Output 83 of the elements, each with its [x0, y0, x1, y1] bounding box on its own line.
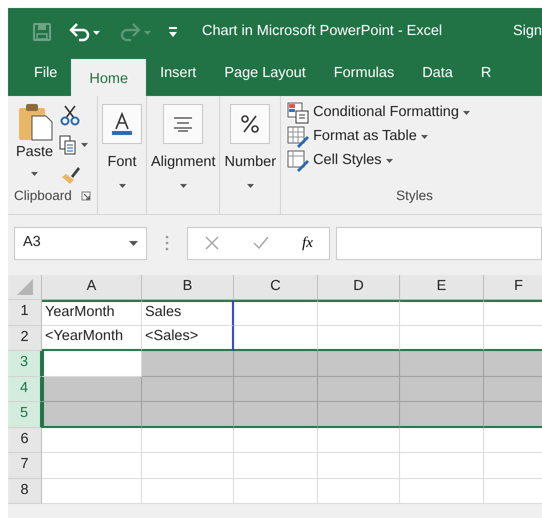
- caret-icon: [118, 184, 126, 188]
- row-header[interactable]: 4: [8, 376, 42, 402]
- align-center-icon: [173, 116, 194, 132]
- ribbon-tab[interactable]: File: [20, 55, 72, 92]
- dialog-launcher-icon[interactable]: [81, 191, 91, 202]
- table-cell[interactable]: [142, 351, 234, 376]
- grip-icon: [165, 235, 169, 251]
- undo-icon[interactable]: [68, 22, 102, 42]
- row-header[interactable]: 6: [8, 428, 42, 453]
- caret-icon[interactable]: [129, 240, 138, 246]
- table-cell[interactable]: [400, 300, 484, 326]
- column-header[interactable]: A: [42, 275, 142, 300]
- table-cell[interactable]: [318, 351, 400, 376]
- table-cell[interactable]: [142, 402, 234, 428]
- table-cell[interactable]: [484, 376, 542, 402]
- caret-icon: [462, 111, 470, 115]
- ribbon-tab[interactable]: Insert: [146, 55, 210, 92]
- ribbon-button[interactable]: Alignment: [149, 102, 218, 190]
- table-cell[interactable]: [318, 300, 400, 326]
- font-color-icon: [111, 112, 133, 136]
- table-cell[interactable]: [318, 402, 400, 428]
- row-header[interactable]: 1: [8, 300, 42, 326]
- table-cell[interactable]: [400, 351, 484, 376]
- cancel-icon[interactable]: [204, 235, 220, 251]
- row-header[interactable]: 8: [8, 478, 42, 504]
- table-cell[interactable]: [400, 402, 484, 428]
- table-cell[interactable]: [484, 402, 542, 428]
- conditional-formatting-icon: [287, 102, 310, 124]
- table-cell[interactable]: [42, 402, 142, 428]
- row-header[interactable]: 3: [8, 351, 42, 376]
- table-cell[interactable]: [484, 351, 542, 376]
- percent-icon: [240, 114, 260, 134]
- ribbon-menu-button[interactable]: Cell Styles: [287, 149, 542, 173]
- table-cell[interactable]: [318, 376, 400, 402]
- scissors-icon[interactable]: [59, 104, 82, 126]
- table-brush-icon: [287, 126, 310, 148]
- table-cell[interactable]: [142, 376, 234, 402]
- caret-icon: [246, 184, 254, 188]
- table-cell[interactable]: [400, 376, 484, 402]
- row-header[interactable]: 7: [8, 453, 42, 478]
- column-header[interactable]: C: [234, 275, 318, 300]
- name-box[interactable]: A3: [14, 226, 147, 260]
- select-all-icon[interactable]: [16, 279, 32, 295]
- ribbon-tab[interactable]: Page Layout: [210, 55, 320, 92]
- group-label: Styles: [396, 186, 433, 205]
- column-header[interactable]: F: [484, 275, 542, 300]
- caret-icon: [420, 135, 428, 139]
- customize-toolbar-icon[interactable]: [168, 26, 178, 38]
- caret-icon: [180, 184, 187, 188]
- formula-input[interactable]: [336, 226, 542, 260]
- redo-icon[interactable]: [118, 22, 152, 42]
- column-header[interactable]: B: [142, 275, 234, 300]
- ribbon-button[interactable]: Font: [100, 102, 144, 190]
- cell-styles-icon: [287, 150, 310, 172]
- table-cell[interactable]: [42, 376, 142, 402]
- ribbon-tab[interactable]: Formulas: [320, 55, 408, 92]
- group-label: Clipboard: [14, 187, 72, 205]
- table-cell[interactable]: [234, 376, 318, 402]
- ribbon-menu-button[interactable]: Conditional Formatting: [287, 101, 542, 125]
- table-cell[interactable]: [484, 300, 542, 326]
- sign-in-link[interactable]: Sign: [512, 13, 542, 50]
- clipboard-icon: [16, 102, 53, 142]
- ribbon-button[interactable]: Number: [222, 102, 278, 190]
- row-header[interactable]: 5: [8, 402, 42, 428]
- window-title: Chart in Microsoft PowerPoint - Excel: [202, 22, 442, 41]
- caret-icon: [386, 159, 393, 163]
- check-icon[interactable]: [252, 235, 270, 251]
- row-header[interactable]: 2: [8, 326, 42, 351]
- column-header[interactable]: E: [400, 275, 484, 300]
- copy-icon[interactable]: [59, 134, 90, 156]
- column-header[interactable]: D: [318, 275, 400, 300]
- insert-function-button[interactable]: fx: [302, 232, 313, 254]
- table-cell[interactable]: YearMonth: [42, 300, 142, 326]
- table-cell[interactable]: [234, 300, 318, 326]
- table-cell[interactable]: [234, 402, 318, 428]
- paste-button[interactable]: Paste: [14, 100, 56, 186]
- ribbon-menu-button[interactable]: Format as Table: [287, 125, 542, 149]
- save-icon[interactable]: [32, 22, 52, 42]
- ribbon-tab[interactable]: Data: [408, 55, 467, 92]
- table-cell[interactable]: [234, 351, 318, 376]
- ribbon-tab[interactable]: R: [466, 55, 506, 92]
- caret-icon: [31, 172, 38, 176]
- table-cell[interactable]: Sales: [142, 300, 234, 326]
